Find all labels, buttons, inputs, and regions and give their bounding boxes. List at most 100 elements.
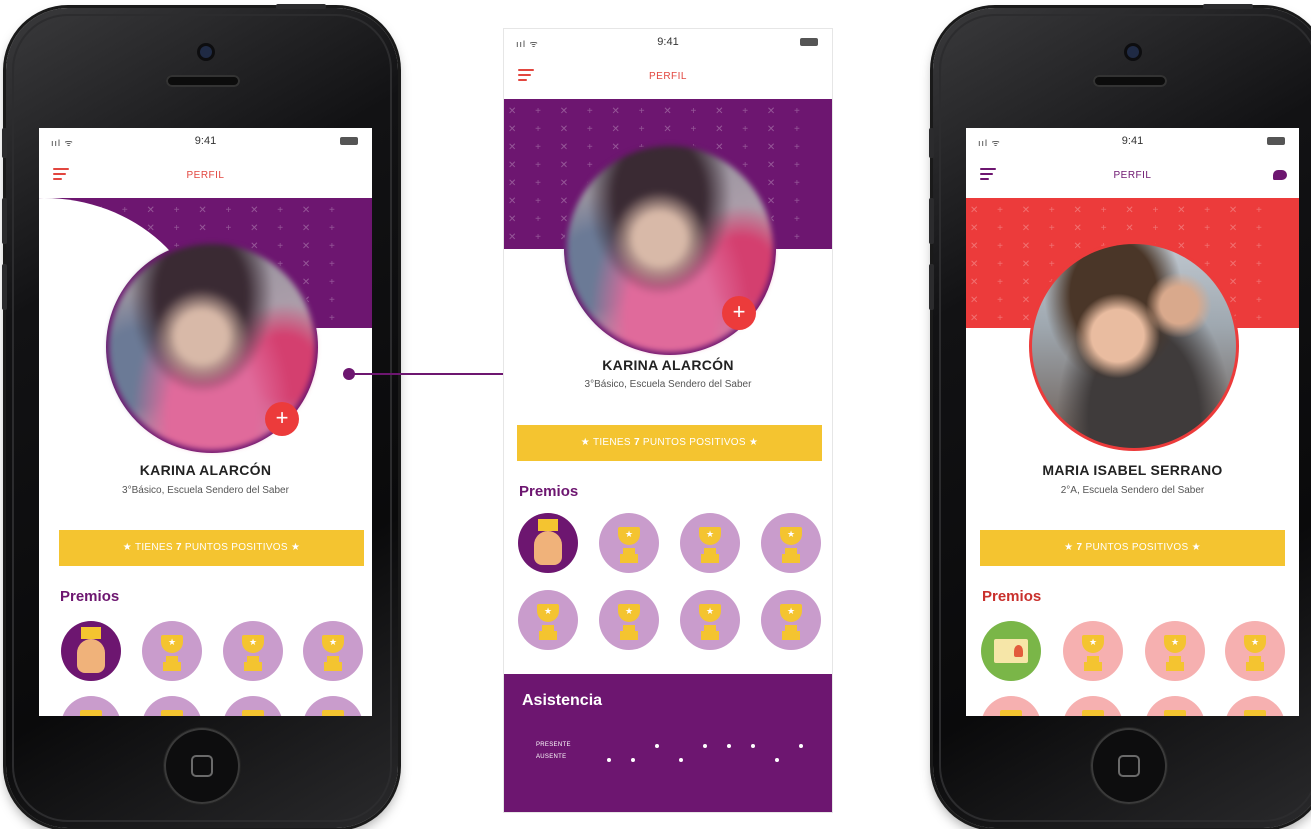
award-trophy-icon[interactable]: ★ bbox=[599, 590, 659, 650]
header-title: PERFIL bbox=[186, 170, 225, 181]
award-trophy-icon[interactable] bbox=[1225, 696, 1285, 716]
battery-icon bbox=[1267, 137, 1285, 145]
clock: 9:41 bbox=[1121, 135, 1144, 147]
star-icon: ★ bbox=[1064, 542, 1074, 553]
award-trophy-icon[interactable] bbox=[61, 696, 121, 716]
award-trophy-icon[interactable] bbox=[1063, 696, 1123, 716]
student-school: 2°A, Escuela Sendero del Saber bbox=[1060, 485, 1205, 496]
header-title: PERFIL bbox=[648, 71, 687, 82]
front-camera bbox=[200, 46, 212, 58]
award-trophy-icon[interactable]: ★ bbox=[518, 590, 578, 650]
mute-switch bbox=[2, 128, 7, 158]
right-screen: ııl ᯤ 9:41 PERFIL ✕ + ✕ + ✕ + ✕ + ✕ + ✕ … bbox=[966, 128, 1299, 716]
points-suffix: PUNTOS POSITIVOS bbox=[181, 542, 288, 553]
award-trophy-icon[interactable] bbox=[1145, 696, 1205, 716]
mockup-stage: ııl ᯤ 9:41 PERFIL ✕ + ✕ + ✕ + ✕ + ✕ + ✕ … bbox=[0, 0, 1311, 829]
points-suffix: PUNTOS POSITIVOS bbox=[1082, 542, 1189, 553]
left-phone-frame: ııl ᯤ 9:41 PERFIL ✕ + ✕ + ✕ + ✕ + ✕ + ✕ … bbox=[2, 4, 398, 828]
clock: 9:41 bbox=[194, 135, 217, 147]
home-button[interactable] bbox=[1091, 728, 1167, 804]
attendance-dot-present bbox=[727, 744, 731, 748]
volume-up-button bbox=[2, 198, 7, 244]
home-button[interactable] bbox=[164, 728, 240, 804]
center-screen: ııl ᯤ 9:41 PERFIL ✕ + ✕ + ✕ + ✕ + ✕ + ✕ … bbox=[503, 28, 833, 813]
attendance-dot-absent bbox=[631, 758, 635, 762]
awards-title: Premios bbox=[519, 483, 579, 500]
award-trophy-icon[interactable]: ★ bbox=[303, 621, 363, 681]
star-icon: ★ bbox=[122, 542, 133, 553]
status-bar: ııl ᯤ 9:41 bbox=[504, 29, 832, 57]
student-name: KARINA ALARCÓN bbox=[602, 357, 734, 373]
award-trophy-icon[interactable]: ★ bbox=[680, 590, 740, 650]
header-title: PERFIL bbox=[1113, 170, 1152, 181]
star-icon: ★ bbox=[1191, 542, 1201, 553]
status-bar: ııl ᯤ 9:41 bbox=[966, 128, 1299, 156]
award-trophy-icon[interactable]: ★ bbox=[1145, 621, 1205, 681]
student-name: MARIA ISABEL SERRANO bbox=[1042, 462, 1223, 478]
volume-up-button bbox=[929, 198, 934, 244]
awards-title: Premios bbox=[982, 588, 1042, 605]
chat-icon[interactable] bbox=[1273, 170, 1287, 180]
award-trophy-icon[interactable]: ★ bbox=[761, 513, 821, 573]
volume-down-button bbox=[2, 264, 7, 310]
star-icon: ★ bbox=[580, 437, 591, 448]
awards-title: Premios bbox=[60, 588, 120, 605]
attendance-dot-absent bbox=[679, 758, 683, 762]
award-trophy-icon[interactable] bbox=[223, 696, 283, 716]
status-bar: ııl ᯤ 9:41 bbox=[39, 128, 372, 156]
attendance-present-label: PRESENTE bbox=[536, 742, 571, 748]
attendance-dot-absent bbox=[607, 758, 611, 762]
earpiece-speaker bbox=[166, 75, 240, 87]
award-medal-badge[interactable] bbox=[518, 513, 578, 573]
points-suffix: PUNTOS POSITIVOS bbox=[639, 437, 746, 448]
award-trophy-icon[interactable]: ★ bbox=[680, 513, 740, 573]
attendance-dot-absent bbox=[775, 758, 779, 762]
battery-icon bbox=[800, 38, 818, 46]
award-trophy-icon[interactable] bbox=[303, 696, 363, 716]
power-button bbox=[276, 4, 326, 9]
student-school: 3°Básico, Escuela Sendero del Saber bbox=[122, 485, 289, 496]
award-diploma-icon[interactable] bbox=[981, 621, 1041, 681]
award-trophy-icon[interactable]: ★ bbox=[761, 590, 821, 650]
award-trophy-icon[interactable]: ★ bbox=[223, 621, 283, 681]
volume-down-button bbox=[929, 264, 934, 310]
attendance-section: Asistencia PRESENTE AUSENTE bbox=[504, 674, 832, 812]
mute-switch bbox=[929, 128, 934, 158]
attendance-dot-present bbox=[655, 744, 659, 748]
points-banner[interactable]: ★ TIENES 7 PUNTOS POSITIVOS ★ bbox=[517, 425, 822, 461]
power-button bbox=[1203, 4, 1253, 9]
earpiece-speaker bbox=[1093, 75, 1167, 87]
star-icon: ★ bbox=[748, 437, 759, 448]
award-trophy-icon[interactable]: ★ bbox=[1063, 621, 1123, 681]
connector-line bbox=[349, 373, 519, 375]
front-camera bbox=[1127, 46, 1139, 58]
clock: 9:41 bbox=[657, 36, 679, 48]
award-trophy-icon[interactable] bbox=[142, 696, 202, 716]
points-banner[interactable]: ★ TIENES 7 PUNTOS POSITIVOS ★ bbox=[59, 530, 364, 566]
app-header: PERFIL bbox=[504, 57, 832, 97]
right-phone-frame: ııl ᯤ 9:41 PERFIL ✕ + ✕ + ✕ + ✕ + ✕ + ✕ … bbox=[929, 4, 1311, 828]
award-trophy-icon[interactable]: ★ bbox=[599, 513, 659, 573]
add-photo-button[interactable]: + bbox=[265, 402, 299, 436]
award-trophy-icon[interactable]: ★ bbox=[142, 621, 202, 681]
app-header: PERFIL bbox=[966, 156, 1299, 196]
attendance-title: Asistencia bbox=[522, 692, 603, 709]
attendance-dot-present bbox=[799, 744, 803, 748]
attendance-dot-present bbox=[751, 744, 755, 748]
award-medal-badge[interactable] bbox=[61, 621, 121, 681]
star-icon: ★ bbox=[290, 542, 301, 553]
avatar[interactable] bbox=[1032, 244, 1236, 448]
points-banner[interactable]: ★ 7 PUNTOS POSITIVOS ★ bbox=[980, 530, 1285, 566]
award-trophy-icon[interactable] bbox=[981, 696, 1041, 716]
points-prefix: TIENES bbox=[134, 542, 176, 553]
add-photo-button[interactable]: + bbox=[722, 296, 756, 330]
attendance-absent-label: AUSENTE bbox=[536, 754, 567, 760]
attendance-dot-present bbox=[703, 744, 707, 748]
student-school: 3°Básico, Escuela Sendero del Saber bbox=[584, 379, 752, 390]
left-screen: ııl ᯤ 9:41 PERFIL ✕ + ✕ + ✕ + ✕ + ✕ + ✕ … bbox=[39, 128, 372, 716]
app-header: PERFIL bbox=[39, 156, 372, 196]
award-trophy-icon[interactable]: ★ bbox=[1225, 621, 1285, 681]
student-name: KARINA ALARCÓN bbox=[139, 462, 272, 478]
points-prefix: TIENES bbox=[592, 437, 634, 448]
battery-icon bbox=[340, 137, 358, 145]
